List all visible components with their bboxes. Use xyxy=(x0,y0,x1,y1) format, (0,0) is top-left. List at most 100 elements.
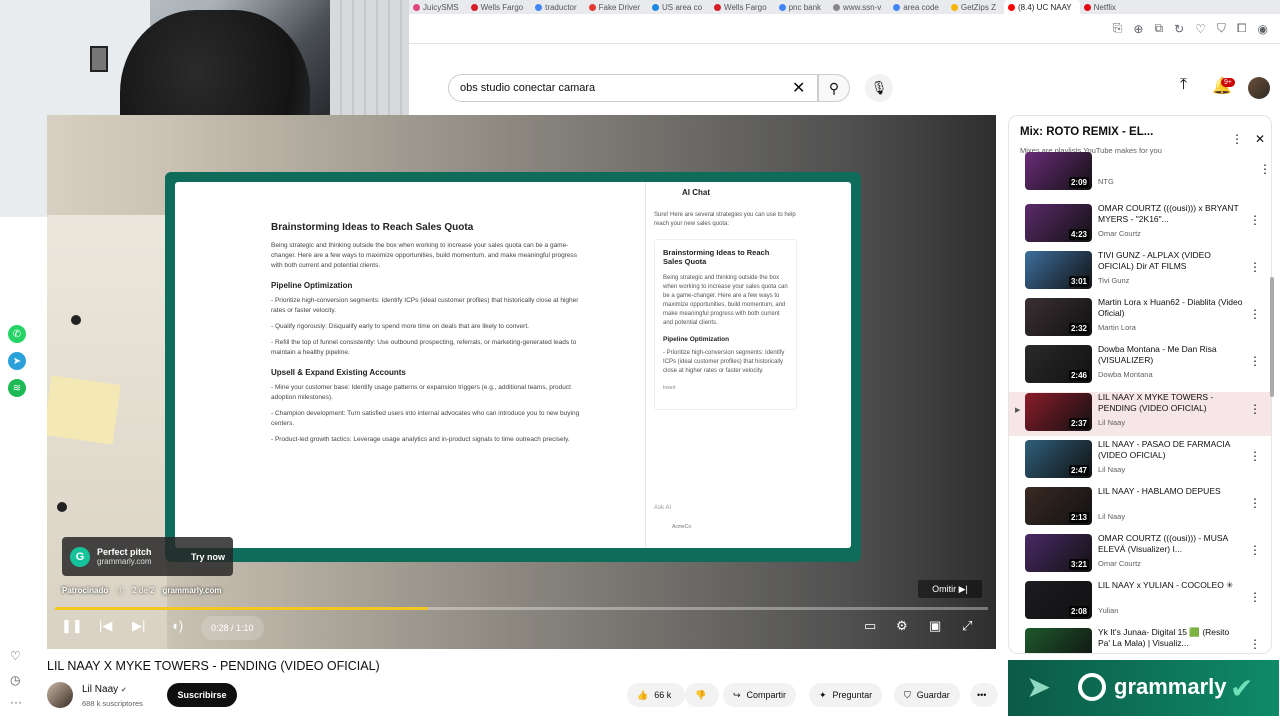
volume-icon[interactable]: ◖) xyxy=(171,618,183,633)
more-icon[interactable]: ⋮ xyxy=(1249,354,1261,368)
playlist-item[interactable]: 2:08 LIL NAAY x YULIAN - COCOLEO ✳ Yulian ⋮ xyxy=(1009,580,1271,624)
more-icon[interactable]: ⋮ xyxy=(1249,213,1261,227)
more-actions-button[interactable]: ••• xyxy=(970,683,998,707)
dislike-button[interactable]: 👎 xyxy=(685,683,719,707)
doc-heading: Upsell & Expand Existing Accounts xyxy=(271,368,406,377)
tab-favicon-icon xyxy=(893,3,901,11)
browser-tab[interactable]: pnc bank xyxy=(775,0,829,14)
search-button[interactable]: ⚲ xyxy=(818,74,850,102)
pause-icon[interactable]: ❚❚ xyxy=(61,618,83,634)
playlist-item[interactable]: 3:01 TIVI GUNZ - ALPLAX (VIDEO OFICIAL) D… xyxy=(1009,250,1271,294)
ask-button[interactable]: ✦ Preguntar xyxy=(809,683,883,707)
browser-tab[interactable]: US area co xyxy=(648,0,710,14)
grammarly-banner-ad[interactable]: ➤ grammarly ✔ xyxy=(1008,660,1279,716)
share-button[interactable]: ↪ Compartir xyxy=(723,683,797,707)
account-avatar[interactable] xyxy=(1248,77,1270,99)
playlist-thumbnail[interactable]: 4:23 xyxy=(1025,204,1092,242)
browser-tab[interactable]: Wells Fargo xyxy=(710,0,775,14)
playlist-item-title: LIL NAAY - PASAO DE FARMACIA (VIDEO OFIC… xyxy=(1098,439,1230,460)
browser-tab[interactable]: area code xyxy=(889,0,947,14)
more-icon[interactable]: ⋮ xyxy=(1231,132,1243,146)
profile-icon[interactable]: ◉ xyxy=(1258,22,1268,36)
playlist-thumbnail[interactable]: 2:08 xyxy=(1025,581,1092,619)
playlist-item[interactable]: ▶ 2:37 LIL NAAY X MYKE TOWERS - PENDING (V… xyxy=(1009,392,1271,436)
playlist-thumbnail[interactable]: 2:37 xyxy=(1025,393,1092,431)
refresh-icon[interactable]: ↻ xyxy=(1174,22,1184,36)
more-icon[interactable]: ⋮ xyxy=(1249,307,1261,321)
browser-tab[interactable]: Wells Fargo xyxy=(467,0,532,14)
playlist-item[interactable]: 2:32 Martin Lora x Huan62 - Diablita (Vid… xyxy=(1009,297,1271,341)
voice-search-button[interactable]: 🎙 xyxy=(865,74,893,102)
playlist-item[interactable]: 2:09 NTG xyxy=(1009,152,1271,194)
playlist-thumbnail[interactable]: 3:21 xyxy=(1025,534,1092,572)
duration-badge: 2:37 xyxy=(1068,418,1089,429)
theater-mode-icon[interactable]: ▣ xyxy=(929,618,941,634)
heart-icon[interactable]: ♡ xyxy=(10,649,21,663)
more-icon[interactable]: ⋮ xyxy=(1249,402,1261,416)
channel-avatar[interactable] xyxy=(47,682,73,708)
ad-card[interactable]: G Perfect pitch grammarly.com Try now xyxy=(62,537,233,576)
playlist-thumbnail[interactable]: 2:47 xyxy=(1025,440,1092,478)
browser-tab[interactable]: GetZips Z xyxy=(947,0,1004,14)
fullscreen-icon[interactable]: ⤢ xyxy=(962,618,972,634)
info-icon[interactable]: ⓘ xyxy=(116,586,124,597)
puzzle-icon[interactable]: ⧠ xyxy=(1237,21,1247,36)
browser-tab[interactable]: Fake Driver xyxy=(585,0,648,14)
playlist-thumbnail[interactable]: 2:32 xyxy=(1025,298,1092,336)
browser-tab[interactable]: www.ssn-v xyxy=(829,0,889,14)
doc-paragraph: - Refill the top of funnel consistently:… xyxy=(271,339,577,356)
next-icon[interactable]: ▶| xyxy=(132,618,145,634)
channel-name[interactable]: Lil Naay ✔ xyxy=(82,684,127,695)
spotify-icon[interactable]: ≋ xyxy=(8,379,26,397)
more-icon[interactable]: ⋮ xyxy=(1249,496,1261,510)
heart-icon[interactable]: ♡ xyxy=(1195,22,1206,36)
playlist-thumbnail[interactable]: 2:09 xyxy=(1025,152,1092,190)
more-icon[interactable]: ··· xyxy=(10,695,22,709)
doc-heading: Pipeline Optimization xyxy=(271,281,353,290)
playlist-item[interactable]: 2:13 LIL NAAY - HABLAMO DEPUES Lil Naay ⋮ xyxy=(1009,486,1271,530)
subtitles-icon[interactable]: ▭ xyxy=(864,618,876,634)
more-icon[interactable]: ⋮ xyxy=(1249,260,1261,274)
now-playing-icon: ▶ xyxy=(1015,407,1021,414)
save-button[interactable]: ⛉ Guardar xyxy=(894,683,960,707)
translate-icon[interactable]: ⎘ xyxy=(1113,21,1123,36)
browser-tab[interactable]: JuicySMS xyxy=(409,0,467,14)
playlist-item[interactable]: Yk It's Junaa- Digital 15 🟩 (Resito Pa' … xyxy=(1009,627,1271,653)
ad-cta-button[interactable]: Try now xyxy=(191,552,225,562)
playlist-item[interactable]: 2:46 Dowba Montana - Me Dan Risa (VISUALI… xyxy=(1009,344,1271,388)
playlist-thumbnail[interactable]: 2:46 xyxy=(1025,345,1092,383)
clear-search-icon[interactable]: ✕ xyxy=(792,78,805,98)
history-icon[interactable]: ◷ xyxy=(10,673,20,687)
thumbs-down-icon: 👎 xyxy=(695,689,707,700)
browser-tab[interactable]: (8.4) UC NAAY xyxy=(1004,0,1080,14)
progress-bar[interactable] xyxy=(55,607,988,610)
search-input[interactable]: obs studio conectar camara xyxy=(448,74,818,102)
playlist-thumbnail[interactable] xyxy=(1025,628,1092,653)
upload-icon[interactable]: ⤒ xyxy=(1180,76,1187,94)
playlist-item[interactable]: 3:21 OMAR COURTZ (((ousi))) - MUSA ELEVÁ … xyxy=(1009,533,1271,577)
like-button[interactable]: 👍 66 k xyxy=(627,683,685,707)
playlist-scrollbar[interactable] xyxy=(1270,277,1274,397)
browser-tab[interactable]: traductor xyxy=(531,0,585,14)
more-icon[interactable]: ⋮ xyxy=(1249,590,1261,604)
skip-ad-button[interactable]: Omitir ▶| xyxy=(918,580,982,598)
telegram-icon[interactable]: ➤ xyxy=(8,352,26,370)
settings-icon[interactable]: ⚙ xyxy=(896,618,908,634)
more-icon[interactable]: ⋮ xyxy=(1249,637,1261,651)
close-icon[interactable]: ✕ xyxy=(1255,132,1265,146)
shield-icon[interactable]: ⛉ xyxy=(1217,21,1226,36)
subscribe-button[interactable]: Suscribirse xyxy=(167,683,237,707)
playlist-thumbnail[interactable]: 2:13 xyxy=(1025,487,1092,525)
ad-site-link[interactable]: grammarly.com xyxy=(162,586,221,597)
playlist-item[interactable]: 4:23 OMAR COURTZ (((ousi))) x BRYANT MYER… xyxy=(1009,203,1271,247)
playlist-thumbnail[interactable]: 3:01 xyxy=(1025,251,1092,289)
playlist-item[interactable]: 2:47 LIL NAAY - PASAO DE FARMACIA (VIDEO … xyxy=(1009,439,1271,483)
more-icon[interactable]: ⋮ xyxy=(1249,543,1261,557)
screenshot-icon[interactable]: ⧉ xyxy=(1154,21,1163,36)
browser-tab[interactable]: Netflix xyxy=(1080,0,1124,14)
more-icon[interactable]: ⋮ xyxy=(1249,449,1261,463)
progress-fill xyxy=(55,607,429,610)
whatsapp-icon[interactable]: ✆ xyxy=(8,325,26,343)
extension-icon[interactable]: ⊕ xyxy=(1133,22,1143,36)
previous-icon[interactable]: |◀ xyxy=(99,618,112,634)
